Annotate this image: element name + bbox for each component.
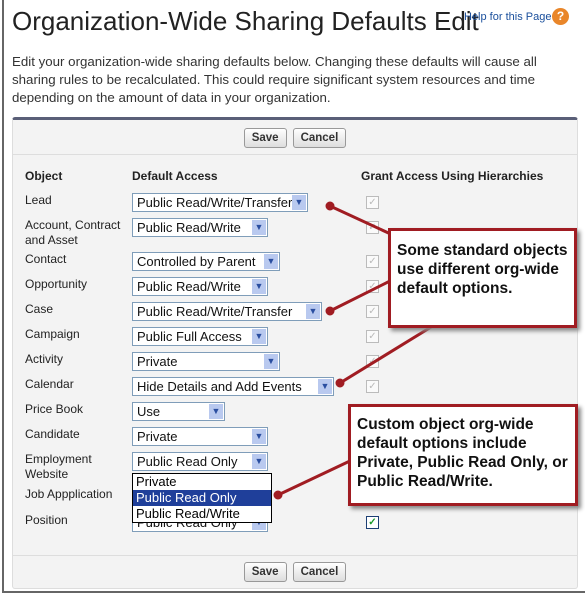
arrow-line — [329, 204, 396, 238]
callout-standard-objects: Some standard objects use different org-… — [388, 228, 577, 328]
arrow-dot — [325, 201, 335, 211]
arrow-dot — [325, 306, 335, 316]
arrow-line — [277, 458, 353, 497]
arrow-dot — [273, 490, 283, 500]
callout-custom-objects: Custom object org-wide default options i… — [348, 404, 578, 506]
arrow-dot — [335, 378, 345, 388]
arrow-line — [339, 322, 437, 385]
arrow-line — [329, 278, 393, 313]
